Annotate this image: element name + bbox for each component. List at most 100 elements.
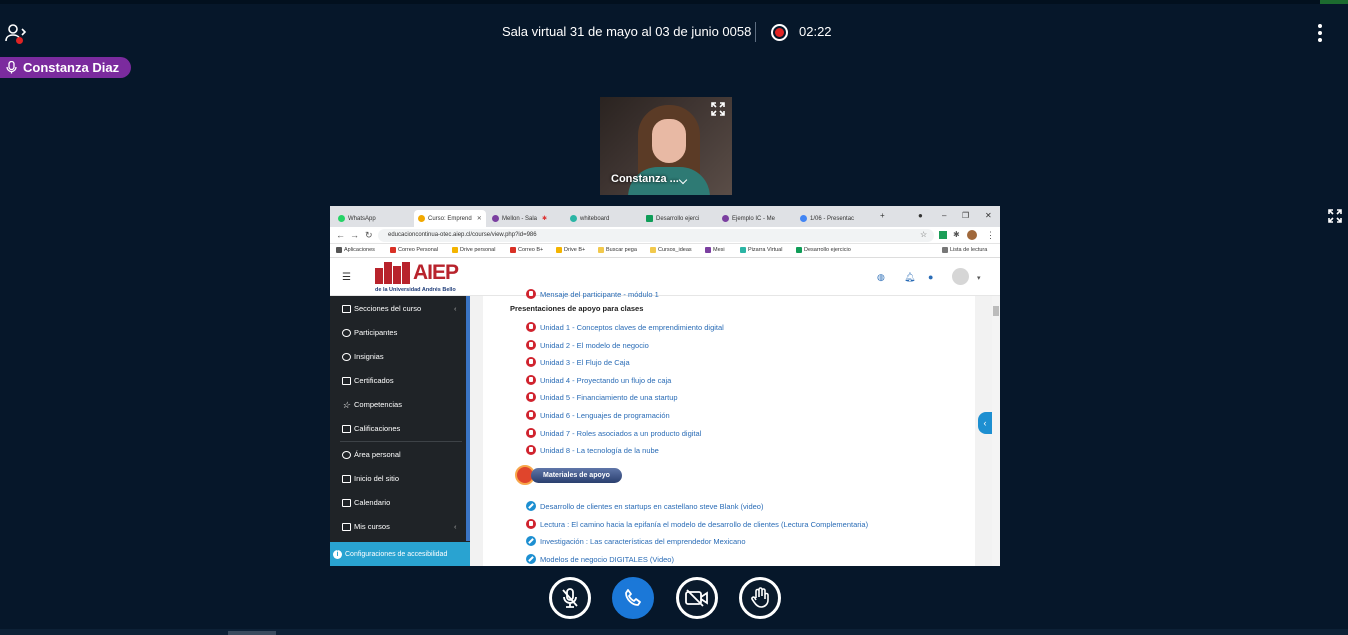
users-icon [342,328,351,337]
user-avatar[interactable] [952,268,969,285]
browser-tab[interactable]: Ejemplo IC - Me [718,210,794,227]
sidebar-item-certificates[interactable]: Certificados [342,376,394,385]
horizontal-scrollbar[interactable] [0,629,1348,635]
materials-header: Materiales de apoyo [515,465,622,485]
bookmark-item[interactable]: Cursos_ideas [650,247,692,253]
resource-unit-3[interactable]: Unidad 3 - El Flujo de Caja [526,357,630,367]
resource-unit-8[interactable]: Unidad 8 - La tecnología de la nube [526,445,659,455]
table-icon [342,424,351,433]
leave-call-button[interactable] [612,577,654,619]
info-icon: i [333,549,342,559]
browser-tab[interactable]: WhatsApp [334,210,412,227]
camera-off-icon [685,589,708,607]
participants-toggle-button[interactable] [4,22,28,44]
resource-unit-7[interactable]: Unidad 7 - Roles asociados a un producto… [526,428,701,438]
material-item[interactable]: Desarrollo de clientes en startups en ca… [526,501,763,511]
bookmark-item[interactable]: Buscar pega [598,247,637,253]
webcam-tile[interactable]: Constanza ... [600,97,732,195]
resource-unit-6[interactable]: Unidad 6 - Lenguajes de programación [526,410,670,420]
sidebar-item-participants[interactable]: Participantes [342,328,397,337]
material-item[interactable]: Investigación : Las características del … [526,536,746,546]
profile-avatar[interactable] [967,230,977,240]
sidebar-item-dashboard[interactable]: Área personal [342,450,401,459]
chevron-left-icon[interactable]: ‹ [454,304,457,313]
close-window-icon[interactable]: ✕ [985,211,992,220]
resource-unit-5[interactable]: Unidad 5 - Financiamiento de una startup [526,392,678,402]
bookmark-item[interactable]: Aplicaciones [336,247,375,253]
resource-unit-4[interactable]: Unidad 4 - Proyectando un flujo de caja [526,375,671,385]
header-divider [755,22,756,42]
sidebar-item-grades[interactable]: Calificaciones [342,424,400,433]
reload-icon[interactable]: ↻ [365,230,373,241]
chevron-left-icon: ‹ [983,418,987,428]
resource-unit-1[interactable]: Unidad 1 - Conceptos claves de emprendim… [526,322,724,332]
aiep-logo[interactable]: AIEP de la Universidad Andrés Bello [375,261,475,294]
recording-timer: 02:22 [799,24,832,39]
url-field[interactable]: educacioncontinua-otec.aiep.cl/course/vi… [378,229,934,242]
tab-favicon-icon [338,215,345,222]
sidebar-item-home[interactable]: Inicio del sitio [342,474,399,483]
reading-list[interactable]: Lista de lectura [942,247,987,253]
sidebar-item-competencies[interactable]: ☆ Competencias [342,400,402,409]
new-tab-button[interactable]: + [880,211,885,220]
accessibility-settings-link[interactable]: i Configuraciones de accesibilidad [330,542,470,566]
bookmark-item[interactable]: Correo Personal [390,247,438,253]
menu-icon[interactable]: ☰ [342,272,351,283]
star-icon[interactable]: ☆ [920,230,927,239]
recording-icon[interactable] [771,24,788,41]
browser-tab[interactable]: 1/06 - Presentac [796,210,872,227]
toggle-camera-button[interactable] [676,577,718,619]
extension-icon[interactable] [939,231,947,239]
minimize-icon[interactable]: – [942,211,946,220]
pdf-icon [526,357,536,367]
browser-tab[interactable]: Mellon - Sala ✱ [488,210,564,227]
scrollbar-thumb[interactable] [228,631,276,635]
bookmark-item[interactable]: Drive personal [452,247,495,253]
caret-down-icon[interactable]: ▾ [977,274,981,282]
raise-hand-button[interactable] [739,577,781,619]
back-icon[interactable]: ← [336,230,345,240]
section-title: Presentaciones de apoyo para clases [510,304,644,313]
sidebar-item-sections[interactable]: Secciones del curso ‹ [342,304,457,313]
sidebar-item-calendar[interactable]: Calendario [342,498,390,507]
forward-icon[interactable]: → [350,230,359,240]
browser-menu-icon[interactable]: ⋮ [986,230,995,241]
webcam-name: Constanza ... [611,173,679,185]
maximize-icon[interactable]: ❐ [962,211,969,220]
puzzle-icon[interactable]: ✱ [953,230,960,239]
resource-unit-2[interactable]: Unidad 2 - El modelo de negocio [526,340,649,350]
chat-icon[interactable]: ● [928,272,933,282]
expand-icon[interactable] [710,101,726,117]
sheets-icon [796,247,802,253]
page-scrollbar[interactable] [992,296,1000,566]
home-icon [342,474,351,483]
sidebar-item-my-courses[interactable]: Mis cursos ‹ [342,522,457,531]
material-item[interactable]: Modelos de negocio DIGITALES (Video) [526,554,674,564]
pdf-icon [526,519,536,529]
scrollbar-thumb[interactable] [993,306,999,316]
badge-icon [342,352,351,361]
close-icon[interactable]: ✕ [477,215,482,222]
mute-microphone-button[interactable] [549,577,591,619]
more-options-button[interactable] [1315,24,1325,42]
chevron-left-icon[interactable]: ‹ [454,522,457,531]
bookmark-item[interactable]: Mesi [705,247,725,253]
language-icon[interactable]: ◍ [877,272,885,283]
drawer-toggle-button[interactable]: ‹ [978,412,992,434]
drive-icon [556,247,562,253]
bookmark-item[interactable]: Correo B+ [510,247,543,253]
bookmark-item[interactable]: Desarrollo ejercicio [796,247,851,253]
browser-tab[interactable]: whiteboard [566,210,640,227]
bookmark-item[interactable]: Drive B+ [556,247,585,253]
fullscreen-icon[interactable] [1327,208,1343,224]
material-item[interactable]: Lectura : El camino hacia la epifanía el… [526,519,868,529]
sidebar-item-badges[interactable]: Insignias [342,352,384,361]
record-indicator-icon: ● [918,211,923,220]
cut-off-item[interactable]: Mensaje del participante - módulo 1 [526,289,659,299]
materials-label: Materiales de apoyo [531,467,622,483]
bookmark-item[interactable]: Pizarra Virtual [740,247,782,253]
bell-icon[interactable]: 🔔︎ [904,272,915,283]
browser-tab[interactable]: Desarrollo ejerci [642,210,716,227]
browser-tab-active[interactable]: Curso: Emprend ✕ [414,210,486,227]
tab-favicon-icon [722,215,729,222]
